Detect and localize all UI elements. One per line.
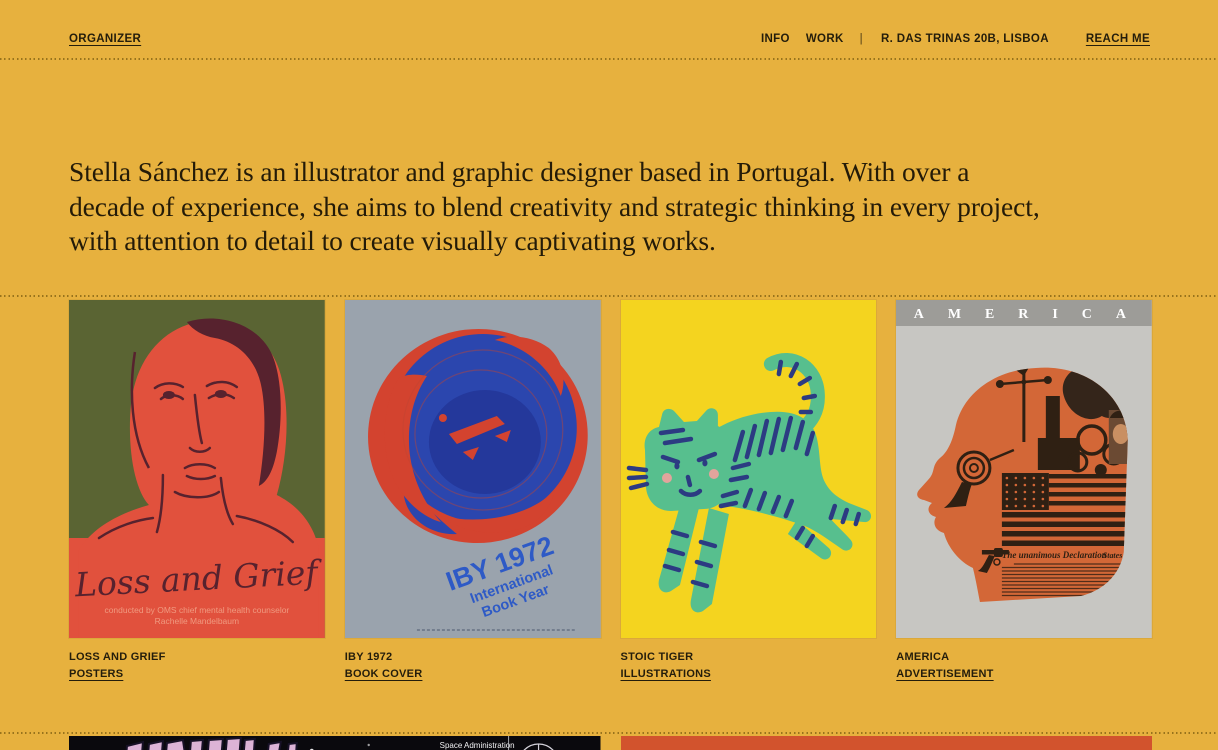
project-card-stoic-tiger: STOIC TIGER ILLUSTRATIONS <box>621 300 877 682</box>
header-nav: INFO WORK | R. DAS TRINAS 20B, LISBOA RE… <box>761 33 1150 45</box>
project-grid: Loss and Grief conducted by OMS chief me… <box>69 300 1152 682</box>
caption-stoic-tiger: STOIC TIGER ILLUSTRATIONS <box>621 651 877 682</box>
dotted-divider-bottom <box>0 732 1218 734</box>
project-title: IBY 1972 <box>345 651 601 664</box>
caption-iby-1972: IBY 1972 BOOK COVER <box>345 651 601 682</box>
brand-link[interactable]: ORGANIZER <box>69 33 141 45</box>
poster4-declaration-right: States <box>1103 550 1123 559</box>
site-header: ORGANIZER INFO WORK | R. DAS TRINAS 20B,… <box>0 0 1218 58</box>
dotted-divider-top <box>0 58 1218 60</box>
poster1-credit-1: conducted by OMS chief mental health cou… <box>104 604 289 614</box>
dotted-divider-middle <box>0 295 1218 297</box>
intro-line-1: Stella Sánchez is an illustrator and gra… <box>69 155 1149 190</box>
intro-line-3: with attention to detail to create visua… <box>69 224 1149 259</box>
intro-line-2: decade of experience, she aims to blend … <box>69 190 1149 225</box>
portfolio-page: ORGANIZER INFO WORK | R. DAS TRINAS 20B,… <box>0 0 1218 750</box>
nav-info[interactable]: INFO <box>761 33 790 45</box>
poster-iby-1972[interactable]: IBY 1972 International Book Year <box>345 300 601 638</box>
nav-work[interactable]: WORK <box>806 33 844 45</box>
poster-orange-partial[interactable] <box>621 736 1153 750</box>
project-link-illustrations[interactable]: ILLUSTRATIONS <box>621 668 711 681</box>
caption-loss-and-grief: LOSS AND GRIEF POSTERS <box>69 651 325 682</box>
poster4-masthead: AMERICA <box>914 306 1150 321</box>
nasa-caption: Space Administration <box>440 740 515 749</box>
address-text: R. DAS TRINAS 20B, LISBOA <box>881 33 1049 45</box>
poster4-declaration-title: The unanimous Declaration <box>1002 549 1107 559</box>
reach-me-link[interactable]: REACH ME <box>1086 33 1150 45</box>
project-card-loss-and-grief: Loss and Grief conducted by OMS chief me… <box>69 300 325 682</box>
project-title: AMERICA <box>896 651 1152 664</box>
project-link-advertisement[interactable]: ADVERTISEMENT <box>896 668 993 681</box>
project-card-america: AMERICA <box>896 300 1152 682</box>
poster-nasa-partial[interactable]: Space Administration <box>69 736 601 750</box>
caption-america: AMERICA ADVERTISEMENT <box>896 651 1152 682</box>
project-title: LOSS AND GRIEF <box>69 651 325 664</box>
poster1-credit-2: Rachelle Mandelbaum <box>155 615 239 625</box>
nav-separator: | <box>860 33 863 45</box>
project-grid-row-2: Space Administration <box>69 736 1152 750</box>
project-link-book-cover[interactable]: BOOK COVER <box>345 668 423 681</box>
project-card-iby-1972: IBY 1972 International Book Year IBY 197… <box>345 300 601 682</box>
poster-america[interactable]: AMERICA <box>896 300 1152 638</box>
project-link-posters[interactable]: POSTERS <box>69 668 123 681</box>
intro-text: Stella Sánchez is an illustrator and gra… <box>69 155 1149 259</box>
poster-loss-and-grief[interactable]: Loss and Grief conducted by OMS chief me… <box>69 300 325 638</box>
poster-stoic-tiger[interactable] <box>621 300 877 638</box>
project-title: STOIC TIGER <box>621 651 877 664</box>
